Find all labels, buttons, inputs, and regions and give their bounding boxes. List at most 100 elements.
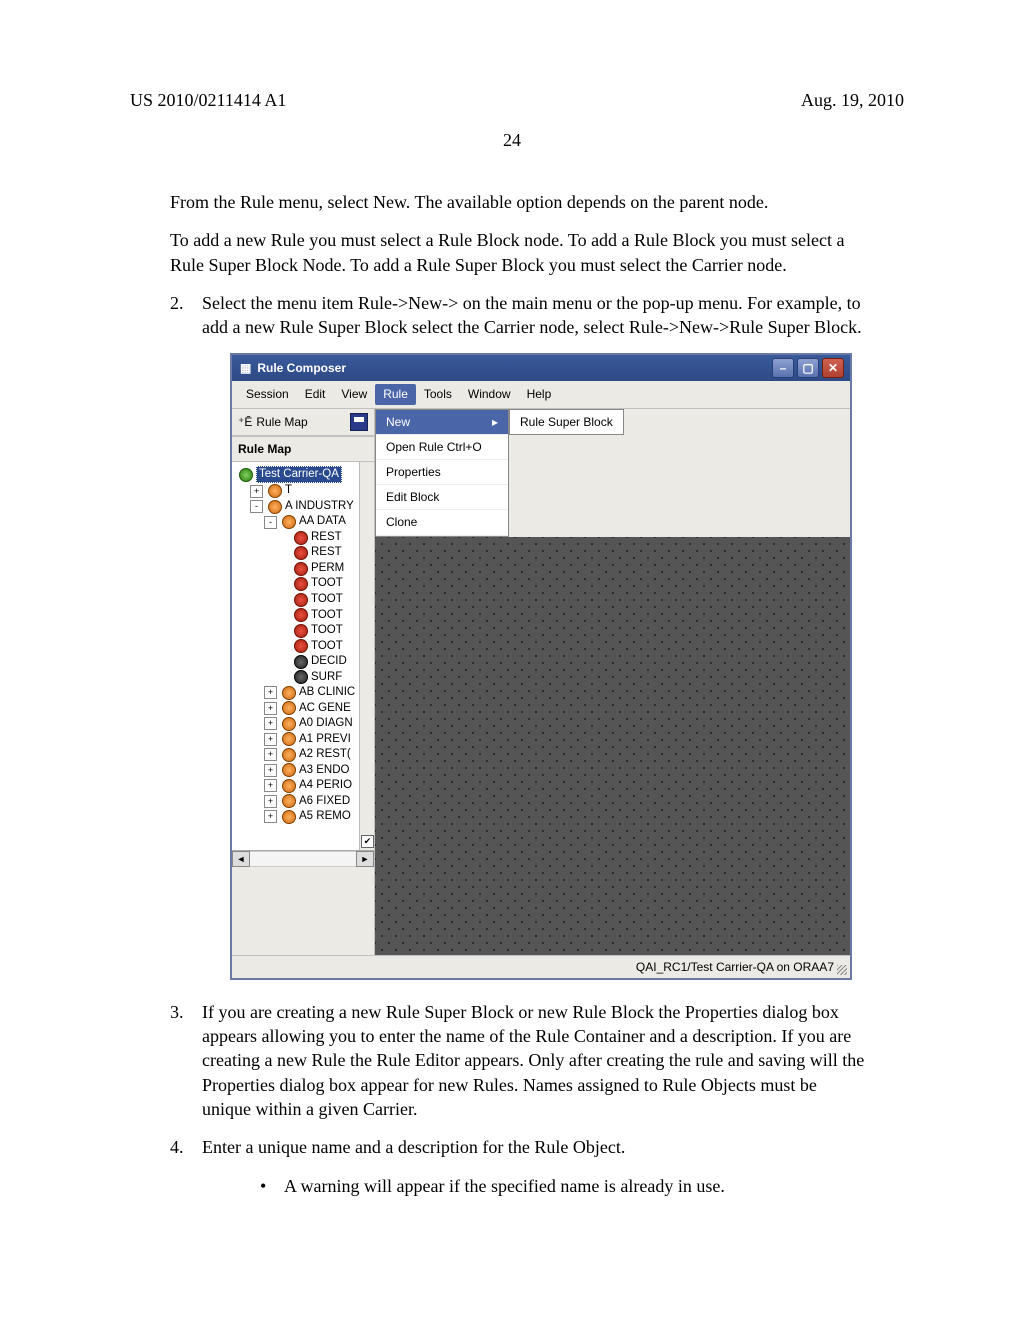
page-number: 24: [503, 130, 521, 151]
menu-session[interactable]: Session: [238, 384, 297, 404]
bullet-text: A warning will appear if the specified n…: [284, 1174, 725, 1198]
titlebar[interactable]: ▦ Rule Composer – ▢ ✕: [232, 355, 850, 381]
expander-icon[interactable]: -: [250, 500, 263, 513]
node-icon: [294, 593, 308, 607]
tree-node[interactable]: TOOT: [236, 608, 374, 624]
node-label: TOOT: [311, 576, 343, 592]
rule-composer-window: ▦ Rule Composer – ▢ ✕ Session Edit View …: [230, 353, 852, 979]
menu-item-new[interactable]: New ▸: [376, 410, 508, 435]
menu-item-properties[interactable]: Properties: [376, 460, 508, 485]
node-icon: [294, 655, 308, 669]
menu-window[interactable]: Window: [460, 384, 519, 404]
maximize-button[interactable]: ▢: [797, 358, 819, 378]
node-label: SURF: [311, 670, 342, 686]
node-label: AC GENE: [299, 701, 351, 717]
tree-node[interactable]: -AA DATA: [236, 514, 374, 530]
tree-node[interactable]: -A INDUSTRY: [236, 499, 374, 515]
tree-node[interactable]: +A5 REMO: [236, 809, 374, 825]
tree-node[interactable]: PERM: [236, 561, 374, 577]
list-number-2: 2.: [170, 291, 202, 340]
close-button[interactable]: ✕: [822, 358, 844, 378]
node-icon: [282, 732, 296, 746]
list-text-4: Enter a unique name and a description fo…: [202, 1135, 870, 1159]
expander-icon[interactable]: +: [264, 733, 277, 746]
save-icon[interactable]: [350, 413, 368, 431]
tree-node[interactable]: DECID: [236, 654, 374, 670]
scroll-left-button[interactable]: ◄: [232, 851, 250, 867]
expander-icon[interactable]: +: [264, 748, 277, 761]
tree-node[interactable]: +A3 ENDO: [236, 763, 374, 779]
tree-node[interactable]: + A2 REST(: [236, 747, 374, 763]
node-icon: [294, 546, 308, 560]
expander-icon[interactable]: +: [264, 686, 277, 699]
node-icon: [282, 810, 296, 824]
node-icon: [282, 779, 296, 793]
node-label: REST: [311, 545, 342, 561]
rule-tree[interactable]: Test Carrier-QA +T-A INDUSTRY-AA DATARES…: [232, 462, 374, 850]
expander-icon[interactable]: +: [264, 810, 277, 823]
minimize-button[interactable]: –: [772, 358, 794, 378]
content-canvas: [375, 537, 850, 955]
tree-node[interactable]: SURF: [236, 670, 374, 686]
menu-view[interactable]: View: [333, 384, 375, 404]
menu-help[interactable]: Help: [519, 384, 560, 404]
rule-dropdown-menu: New ▸ Open Rule Ctrl+O Properties Edit B…: [375, 409, 509, 537]
tree-root-selected[interactable]: Test Carrier-QA: [256, 466, 342, 484]
expander-icon[interactable]: +: [264, 779, 277, 792]
node-icon: [294, 608, 308, 622]
expander-icon[interactable]: +: [264, 764, 277, 777]
node-icon: [294, 624, 308, 638]
expander-icon[interactable]: +: [264, 795, 277, 808]
menu-rule[interactable]: Rule: [375, 384, 416, 404]
expander-icon[interactable]: +: [264, 717, 277, 730]
node-icon: [282, 515, 296, 529]
menu-item-edit-block[interactable]: Edit Block: [376, 485, 508, 510]
tree-node[interactable]: TOOT: [236, 623, 374, 639]
tree-node[interactable]: REST: [236, 530, 374, 546]
header-left: US 2010/0211414 A1: [130, 90, 286, 111]
tree-node[interactable]: TOOT: [236, 592, 374, 608]
carrier-icon: [239, 468, 253, 482]
node-icon: [282, 701, 296, 715]
tree-node[interactable]: TOOT: [236, 576, 374, 592]
tree-node[interactable]: + A0 DIAGN: [236, 716, 374, 732]
expander-icon[interactable]: +: [250, 485, 263, 498]
scrollbar-check-icon: ✔: [361, 835, 374, 848]
tree-node[interactable]: +A4 PERIO: [236, 778, 374, 794]
bullet-icon: •: [260, 1174, 284, 1198]
scroll-track[interactable]: [250, 851, 356, 867]
list-text-3: If you are creating a new Rule Super Blo…: [202, 1000, 870, 1121]
node-icon: [268, 500, 282, 514]
node-label: A0 DIAGN: [299, 716, 353, 732]
menu-item-open-rule[interactable]: Open Rule Ctrl+O: [376, 435, 508, 460]
tree-node[interactable]: +A6 FIXED: [236, 794, 374, 810]
sidebar-toolbar-label: Rule Map: [256, 414, 307, 430]
tree-horizontal-scrollbar[interactable]: ◄ ►: [232, 850, 374, 867]
node-label: A2 REST(: [299, 747, 351, 763]
node-icon: [282, 748, 296, 762]
menu-tools[interactable]: Tools: [416, 384, 460, 404]
node-label: T: [285, 483, 292, 499]
expander-icon[interactable]: -: [264, 516, 277, 529]
tree-node[interactable]: + AB CLINIC: [236, 685, 374, 701]
expander-icon[interactable]: +: [264, 702, 277, 715]
node-icon: [282, 686, 296, 700]
tree-node[interactable]: TOOT: [236, 639, 374, 655]
menu-item-clone[interactable]: Clone: [376, 510, 508, 535]
tree-node[interactable]: REST: [236, 545, 374, 561]
node-icon: [282, 794, 296, 808]
paragraph-intro-2: To add a new Rule you must select a Rule…: [170, 228, 870, 277]
app-icon: ▦: [240, 360, 251, 376]
tree-icon: ⁺Ē: [238, 414, 252, 430]
node-icon: [268, 484, 282, 498]
tree-node[interactable]: +A1 PREVI: [236, 732, 374, 748]
menu-edit[interactable]: Edit: [297, 384, 334, 404]
tree-vertical-scrollbar[interactable]: ✔: [359, 462, 374, 850]
tree-node[interactable]: + AC GENE: [236, 701, 374, 717]
submenu-rule-super-block[interactable]: Rule Super Block: [509, 409, 624, 435]
node-label: AB CLINIC: [299, 685, 355, 701]
scroll-right-button[interactable]: ►: [356, 851, 374, 867]
tree-node[interactable]: +T: [236, 483, 374, 499]
node-icon: [294, 577, 308, 591]
node-label: DECID: [311, 654, 347, 670]
